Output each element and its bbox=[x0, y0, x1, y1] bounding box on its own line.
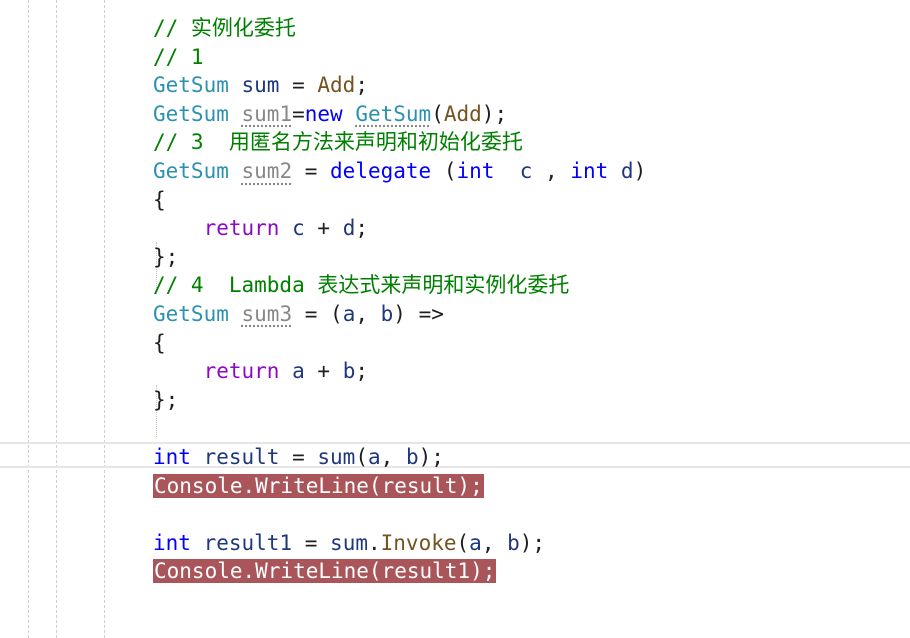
punctuation: ( bbox=[456, 530, 470, 555]
operator: + bbox=[304, 359, 343, 384]
punctuation: ; bbox=[355, 359, 368, 384]
punctuation: ; bbox=[355, 216, 368, 241]
gutter-guide bbox=[56, 0, 57, 638]
brace: { bbox=[153, 187, 166, 212]
comment: // 实例化委托 bbox=[153, 16, 296, 40]
punctuation: , bbox=[380, 444, 406, 469]
operator: = bbox=[292, 530, 331, 555]
variable: result bbox=[203, 444, 280, 469]
brace: { bbox=[153, 330, 166, 355]
keyword: return bbox=[203, 359, 280, 384]
punctuation: ( bbox=[330, 301, 343, 326]
brace: } bbox=[153, 387, 166, 412]
unused-variable: sum1 bbox=[241, 101, 293, 126]
punctuation: ( bbox=[355, 444, 368, 469]
method-name: Add bbox=[317, 73, 356, 98]
keyword: int bbox=[153, 444, 191, 469]
keyword: int bbox=[153, 530, 191, 555]
code-line-7: { bbox=[153, 186, 646, 215]
operator: + bbox=[304, 216, 343, 241]
brace: } bbox=[153, 244, 166, 269]
breakpoint-highlight[interactable]: Console.WriteLine(result); bbox=[153, 473, 484, 498]
code-line-5: // 3 用匿名方法来声明和初始化委托 bbox=[153, 128, 646, 157]
unused-variable: sum2 bbox=[241, 158, 293, 183]
method-name: Invoke bbox=[380, 530, 457, 555]
gutter-guide bbox=[28, 0, 29, 638]
keyword: int bbox=[570, 158, 609, 183]
punctuation: ( bbox=[431, 101, 444, 126]
code-line-1: // 实例化委托 bbox=[153, 14, 646, 43]
operator: => bbox=[405, 301, 444, 326]
variable: sum bbox=[241, 73, 280, 98]
type-name: GetSum bbox=[153, 158, 229, 183]
code-line-15[interactable] bbox=[153, 414, 646, 443]
code-line-19: int result1 = sum.Invoke(a, b); bbox=[153, 529, 646, 558]
code-line-16: int result = sum(a, b); bbox=[153, 443, 646, 472]
code-line-11: GetSum sum3 = (a, b) => bbox=[153, 300, 646, 329]
code-line-20: Console.WriteLine(result1); bbox=[153, 557, 646, 586]
breakpoint-highlight[interactable]: Console.WriteLine(result1); bbox=[153, 559, 497, 584]
comment: // 4 Lambda 表达式来声明和实例化委托 bbox=[153, 273, 570, 298]
operator: = bbox=[292, 101, 305, 126]
comment: // 1 bbox=[153, 44, 204, 69]
parameter: a bbox=[342, 301, 356, 326]
punctuation: ); bbox=[481, 101, 508, 126]
operator: = bbox=[292, 301, 331, 326]
punctuation: ( bbox=[431, 158, 457, 183]
variable: sum bbox=[330, 530, 368, 555]
variable: result1 bbox=[203, 530, 293, 555]
keyword: new bbox=[304, 101, 343, 126]
unused-variable: sum3 bbox=[241, 301, 293, 326]
parameter: b bbox=[342, 359, 356, 384]
punctuation: . bbox=[367, 530, 381, 555]
comment: // 3 用匿名方法来声明和初始化委托 bbox=[153, 130, 523, 155]
code-line-12: { bbox=[153, 329, 646, 358]
keyword: delegate bbox=[330, 158, 432, 183]
parameter: b bbox=[380, 301, 394, 326]
parameter: d bbox=[342, 216, 356, 241]
parameter: b bbox=[405, 444, 419, 469]
code-line-3: GetSum sum = Add; bbox=[153, 71, 646, 100]
keyword: return bbox=[203, 216, 280, 241]
punctuation: ) bbox=[633, 158, 647, 183]
code-line-6: GetSum sum2 = delegate (int c , int d) bbox=[153, 157, 646, 186]
punctuation: ) bbox=[393, 301, 406, 326]
code-line-10: // 4 Lambda 表达式来声明和实例化委托 bbox=[153, 271, 646, 300]
code-editor[interactable]: // 实例化委托 // 1 GetSum sum = Add; GetSum s… bbox=[153, 14, 646, 586]
keyword: int bbox=[456, 158, 495, 183]
parameter: c bbox=[519, 158, 533, 183]
parameter: a bbox=[367, 444, 381, 469]
operator: = bbox=[292, 158, 331, 183]
punctuation: ); bbox=[418, 444, 444, 469]
punctuation: ); bbox=[519, 530, 546, 555]
type-name: GetSum bbox=[153, 73, 229, 98]
operator: = bbox=[279, 444, 318, 469]
gutter-guide bbox=[104, 0, 105, 638]
punctuation: ; bbox=[165, 244, 179, 269]
code-line-8: return c + d; bbox=[153, 214, 646, 243]
punctuation: ; bbox=[355, 73, 368, 98]
parameter: b bbox=[507, 530, 520, 555]
code-line-17: Console.WriteLine(result); bbox=[153, 472, 646, 501]
type-name: GetSum bbox=[355, 101, 432, 126]
operator: = bbox=[279, 73, 318, 98]
punctuation: , bbox=[355, 301, 381, 326]
parameter: a bbox=[469, 530, 482, 555]
punctuation: ; bbox=[165, 387, 179, 412]
variable: sum bbox=[317, 444, 356, 469]
code-line-2: // 1 bbox=[153, 43, 646, 72]
method-name: Add bbox=[443, 101, 482, 126]
code-line-14: }; bbox=[153, 386, 646, 415]
parameter: c bbox=[292, 216, 305, 241]
parameter: a bbox=[292, 359, 305, 384]
punctuation: , bbox=[532, 158, 571, 183]
punctuation: , bbox=[481, 530, 508, 555]
type-name: GetSum bbox=[153, 101, 229, 126]
parameter: d bbox=[620, 158, 634, 183]
type-name: GetSum bbox=[153, 301, 229, 326]
code-line-13: return a + b; bbox=[153, 357, 646, 386]
code-line-4: GetSum sum1=new GetSum(Add); bbox=[153, 100, 646, 129]
code-line-9: }; bbox=[153, 243, 646, 272]
